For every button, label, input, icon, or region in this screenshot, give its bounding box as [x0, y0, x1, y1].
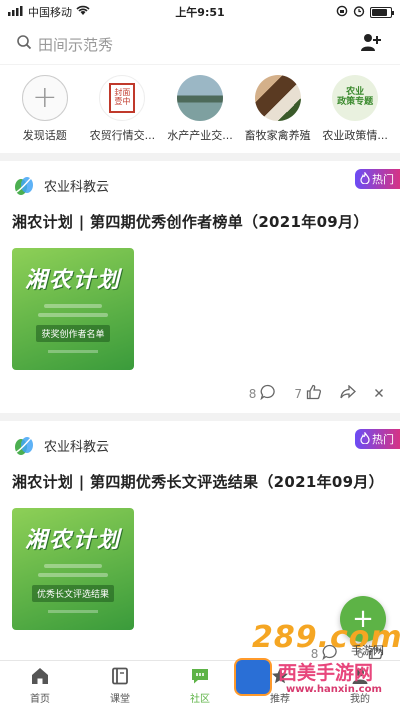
- close-icon: [374, 387, 384, 401]
- search-placeholder: 田间示范秀: [38, 35, 114, 54]
- hot-badge-label: 热门: [372, 433, 394, 446]
- topic-livestock[interactable]: 畜牧家禽养殖: [239, 75, 317, 153]
- topic-discover[interactable]: + 发现话题: [6, 75, 84, 153]
- home-icon: [30, 667, 50, 688]
- aquaculture-image: [176, 75, 223, 121]
- flame-icon: [360, 430, 370, 447]
- topic-list: + 发现话题 封面 壹中 农贸行情交... 水产产业交... 畜牧家禽养殖 农业政…: [0, 65, 400, 153]
- comment-icon: [260, 384, 276, 403]
- topic-label: 农业政策情...: [322, 129, 388, 142]
- comment-count: 8: [248, 386, 257, 401]
- plus-icon: +: [21, 75, 68, 121]
- livestock-image: [254, 75, 301, 121]
- add-user-button[interactable]: [358, 31, 384, 57]
- tab-label: 社区: [190, 693, 210, 705]
- cover-title: 湘农计划: [24, 528, 121, 553]
- tab-home[interactable]: 首页: [0, 661, 80, 710]
- hot-badge-label: 热门: [372, 173, 394, 186]
- author-name[interactable]: 农业科教云: [44, 176, 109, 195]
- topic-label: 发现话题: [22, 129, 67, 142]
- comment-count: 8: [310, 646, 319, 661]
- cover-title: 湘农计划: [24, 268, 121, 293]
- carrier-name: 中国移动: [28, 6, 72, 19]
- post-cover-image[interactable]: 湘农计划 获奖创作者名单: [12, 248, 134, 370]
- search-input[interactable]: 田间示范秀: [16, 34, 358, 55]
- add-user-icon: [360, 32, 382, 56]
- search-bar: 田间示范秀: [0, 24, 400, 64]
- topic-policy[interactable]: 农业 政策专题 农业政策情...: [316, 75, 394, 153]
- tab-label: 推荐: [270, 693, 290, 705]
- chat-icon: [190, 667, 210, 688]
- status-bar: 中国移动 上午9:51: [0, 0, 400, 24]
- battery-icon: [370, 6, 394, 18]
- post-card[interactable]: 热门 农业科教云 湘农计划 | 第四期优秀长文评选结果（2021年09月） 湘农…: [0, 421, 400, 673]
- bottom-tab-bar: 首页 课堂 社区 推荐 我的: [0, 660, 400, 710]
- rotation-lock-icon: [336, 5, 348, 20]
- alarm-icon: [353, 5, 365, 20]
- topic-label: 水产产业交...: [167, 129, 233, 142]
- topic-label: 农贸行情交...: [89, 129, 156, 142]
- share-icon: [340, 384, 356, 402]
- status-time: 上午9:51: [175, 6, 225, 19]
- tab-classroom[interactable]: 课堂: [80, 661, 160, 710]
- topic-aquaculture[interactable]: 水产产业交...: [161, 75, 239, 153]
- signal-icon: [8, 5, 24, 19]
- tab-community[interactable]: 社区: [160, 661, 240, 710]
- post-title[interactable]: 湘农计划 | 第四期优秀创作者榜单（2021年09月）: [12, 211, 388, 232]
- author-avatar[interactable]: [12, 173, 36, 197]
- search-icon: [16, 34, 32, 54]
- comment-button[interactable]: 8: [249, 384, 277, 403]
- tab-label: 我的: [350, 693, 370, 705]
- tab-recommend[interactable]: 推荐: [240, 661, 320, 710]
- battery-level: [372, 8, 388, 16]
- tab-label: 课堂: [110, 693, 130, 705]
- topic-label: 畜牧家禽养殖: [244, 129, 311, 142]
- hot-badge: 热门: [355, 169, 400, 189]
- tab-profile[interactable]: 我的: [320, 661, 400, 710]
- author-avatar[interactable]: [12, 433, 36, 457]
- like-button[interactable]: 7: [294, 384, 322, 403]
- post-title[interactable]: 湘农计划 | 第四期优秀长文评选结果（2021年09月）: [12, 471, 388, 492]
- policy-logo: 农业 政策专题: [332, 75, 379, 121]
- star-icon: [271, 667, 289, 688]
- user-icon: [351, 667, 369, 688]
- topic-market[interactable]: 封面 壹中 农贸行情交...: [84, 75, 162, 153]
- flame-icon: [360, 170, 370, 187]
- author-name[interactable]: 农业科教云: [44, 436, 109, 455]
- wifi-icon: [76, 5, 90, 19]
- book-icon: [111, 667, 129, 688]
- create-post-button[interactable]: +: [340, 596, 386, 642]
- thumbs-up-icon: [306, 384, 322, 403]
- post-cover-image[interactable]: 湘农计划 优秀长文评选结果: [12, 508, 134, 630]
- post-card[interactable]: 热门 农业科教云 湘农计划 | 第四期优秀创作者榜单（2021年09月） 湘农计…: [0, 161, 400, 413]
- hot-badge: 热门: [355, 429, 400, 449]
- like-count: 6: [356, 646, 364, 661]
- share-button[interactable]: [340, 384, 356, 402]
- cover-caption: 获奖创作者名单: [36, 325, 110, 342]
- tab-label: 首页: [30, 693, 50, 705]
- cover-caption: 优秀长文评选结果: [31, 585, 114, 602]
- like-count: 7: [294, 386, 302, 401]
- market-logo: 封面 壹中: [99, 75, 146, 121]
- dismiss-button[interactable]: [374, 387, 384, 401]
